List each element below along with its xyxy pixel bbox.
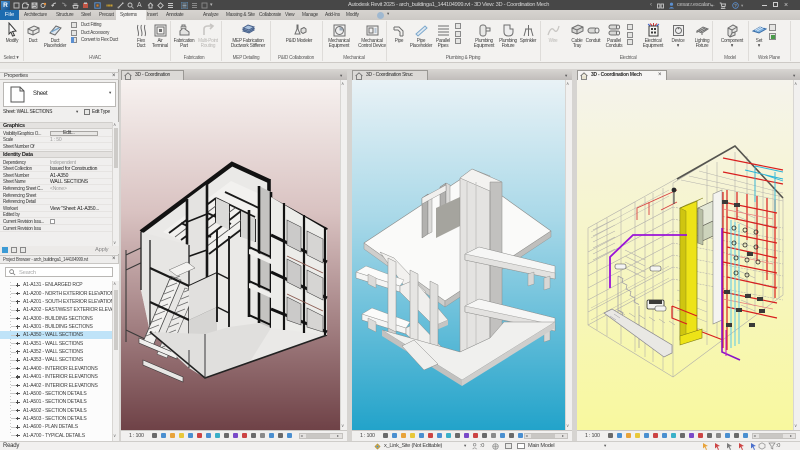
svg-text:?: ? (734, 3, 737, 8)
